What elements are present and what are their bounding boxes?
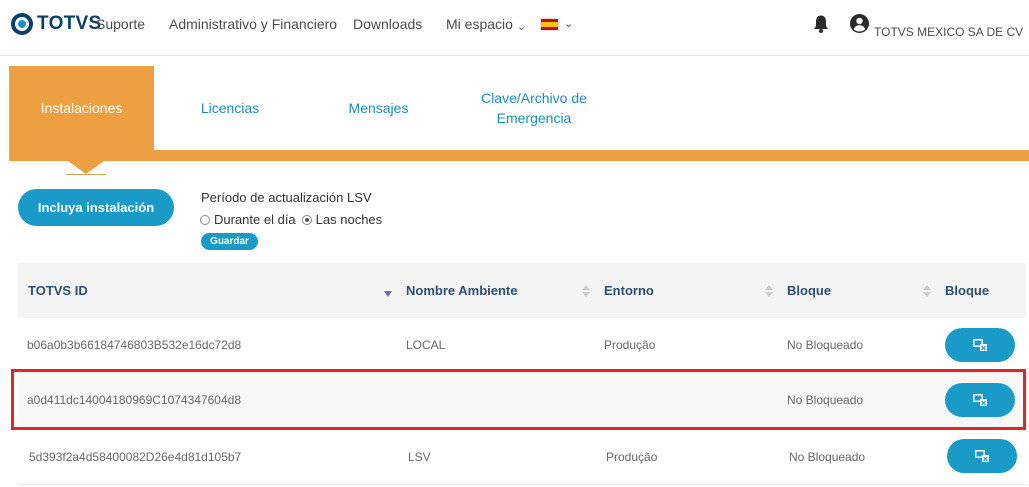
chevron-down-icon: ⌄: [516, 21, 527, 33]
save-button[interactable]: Guardar: [201, 233, 258, 250]
sort-icon[interactable]: [923, 285, 931, 299]
logo-text: TOTVS: [37, 13, 102, 34]
company-name[interactable]: TOTVS MEXICO SA DE CV: [874, 25, 1023, 39]
active-tab-pointer: [68, 161, 104, 174]
cell-totvs-id: 5d393f2a4d58400082D26e4d81d105b7: [29, 450, 242, 464]
tab-instalaciones[interactable]: Instalaciones: [9, 66, 154, 161]
lock-screen-icon: [973, 339, 987, 351]
table-header: TOTVS ID Nombre Ambiente Entorno Bloque …: [18, 263, 1026, 318]
sort-descending-icon[interactable]: [384, 291, 392, 297]
column-nombre-ambiente[interactable]: Nombre Ambiente: [406, 283, 517, 298]
language-chevron-down-icon[interactable]: ⌄: [564, 17, 573, 30]
cell-entorno: Produção: [606, 450, 658, 464]
sort-icon[interactable]: [765, 285, 773, 299]
block-toggle-button[interactable]: [945, 328, 1015, 362]
totvs-logo-icon: [11, 13, 33, 35]
nav-mi-espacio[interactable]: Mi espacio ⌄: [446, 16, 527, 33]
radio-las-noches-label[interactable]: Las noches: [316, 212, 383, 227]
radio-durante-el-dia[interactable]: [200, 214, 210, 225]
radio-durante-el-dia-label[interactable]: Durante el día: [214, 212, 296, 227]
nav-mi-espacio-label: Mi espacio: [446, 16, 513, 32]
sort-icon[interactable]: [582, 285, 590, 299]
nav-downloads[interactable]: Downloads: [353, 16, 422, 32]
spain-flag-icon[interactable]: [540, 18, 559, 31]
tab-mensajes[interactable]: Mensajes: [334, 66, 423, 150]
tabs-bar: Instalaciones Licencias Mensajes Clave/A…: [9, 66, 1029, 175]
table-row[interactable]: 5d393f2a4d58400082D26e4d81d105b7 LSV Pro…: [18, 430, 1026, 485]
nav-suporte[interactable]: Suporte: [96, 16, 145, 32]
tab-clave-archivo-emergencia[interactable]: Clave/Archivo de Emergencia: [469, 66, 599, 150]
block-toggle-button[interactable]: [947, 439, 1017, 473]
top-navigation-bar: TOTVS Suporte Administrativo y Financier…: [0, 0, 1029, 56]
lsv-update-period-label: Período de actualización LSV: [201, 190, 372, 205]
column-bloqueo[interactable]: Bloque: [787, 283, 831, 298]
column-bloqueo-action: Bloque: [945, 283, 990, 298]
lsv-period-radio-group: Durante el día Las noches: [200, 212, 382, 227]
active-tab-pointer-line: [66, 174, 106, 175]
bell-icon[interactable]: [812, 14, 830, 34]
tab-licencias[interactable]: Licencias: [184, 66, 276, 150]
user-account-icon[interactable]: [850, 14, 869, 33]
include-installation-button[interactable]: Incluya instalación: [18, 189, 174, 226]
radio-las-noches[interactable]: [301, 214, 312, 225]
cell-bloqueo: No Bloqueado: [789, 450, 866, 464]
totvs-logo[interactable]: TOTVS: [11, 13, 102, 35]
cell-entorno: Produção: [604, 338, 656, 352]
nav-administrativo-financiero[interactable]: Administrativo y Financiero: [169, 16, 337, 32]
column-totvs-id[interactable]: TOTVS ID: [28, 283, 88, 298]
cell-bloqueo: No Bloqueado: [787, 338, 864, 352]
lock-screen-icon: [975, 450, 989, 462]
table-row[interactable]: b06a0b3b66184746803B532e16dc72d8 LOCAL P…: [18, 318, 1026, 373]
selected-row-highlight-frame: [11, 369, 1026, 430]
tabs-underline: [9, 150, 1029, 161]
column-entorno[interactable]: Entorno: [604, 283, 654, 298]
cell-nombre-ambiente: LSV: [408, 450, 431, 464]
cell-totvs-id: b06a0b3b66184746803B532e16dc72d8: [27, 338, 242, 352]
cell-nombre-ambiente: LOCAL: [406, 338, 446, 352]
